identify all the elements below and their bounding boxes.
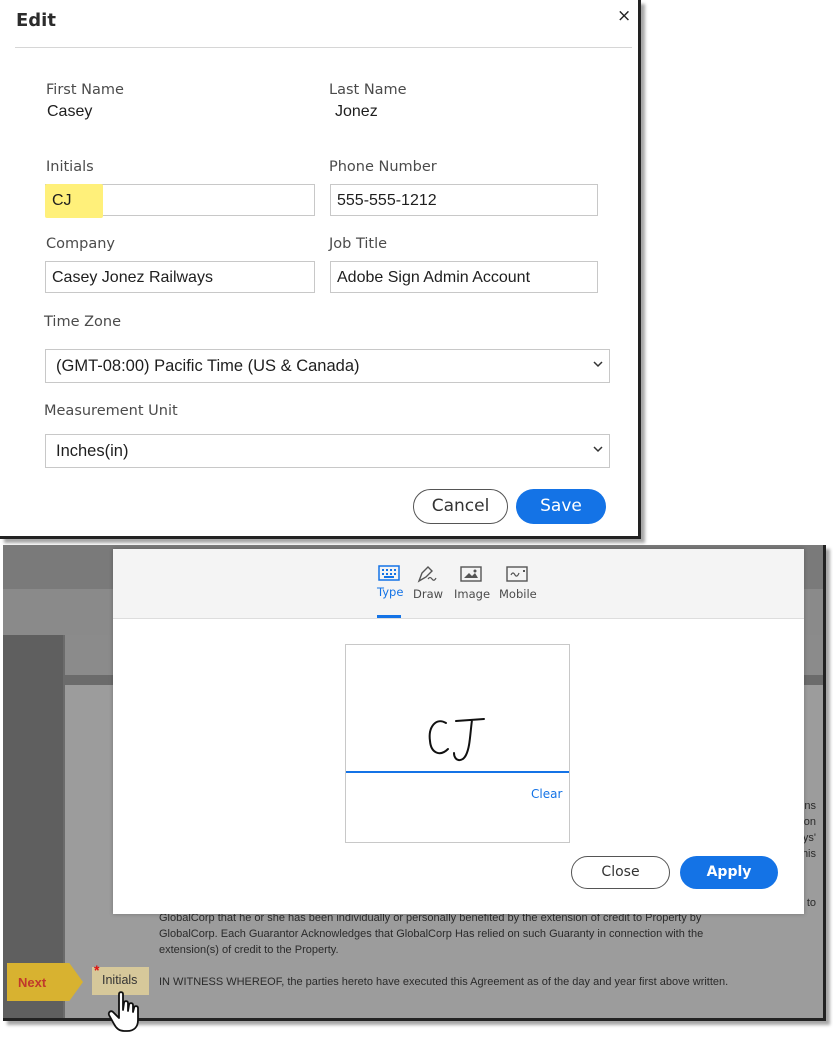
first-name-label: First Name xyxy=(46,82,124,98)
first-name-value: Casey xyxy=(47,103,93,120)
tab-image-label: Image xyxy=(454,587,491,601)
signature-canvas[interactable]: CJ Clear xyxy=(345,644,570,843)
tab-image[interactable]: Image xyxy=(454,565,491,601)
time-zone-select[interactable]: (GMT-08:00) Pacific Time (US & Canada) xyxy=(45,349,610,383)
close-button[interactable]: Close xyxy=(571,856,670,889)
signature-method-tabs: Type Draw Image Mobile xyxy=(113,549,804,619)
hand-cursor-icon xyxy=(107,991,139,1032)
last-name-value: Jonez xyxy=(335,103,378,120)
initials-label: Initials xyxy=(46,159,94,175)
tab-type-label: Type xyxy=(377,585,404,599)
time-zone-value: (GMT-08:00) Pacific Time (US & Canada) xyxy=(56,357,360,375)
svg-text:CJ: CJ xyxy=(426,713,428,714)
active-tab-indicator xyxy=(377,615,401,618)
doc-witness-line: IN WITNESS WHEREOF, the parties hereto h… xyxy=(159,976,729,988)
chevron-down-icon xyxy=(593,361,603,368)
job-title-label: Job Title xyxy=(329,236,388,252)
tab-type[interactable]: Type xyxy=(377,565,404,599)
save-button[interactable]: Save xyxy=(516,489,606,524)
company-input[interactable]: Casey Jonez Railways xyxy=(45,261,315,293)
tab-draw-label: Draw xyxy=(413,587,444,601)
mobile-icon xyxy=(506,566,528,582)
initials-input-value: CJ xyxy=(52,192,72,209)
doc-paragraph-line: extension(s) of credit to the Property. xyxy=(159,944,339,956)
job-title-input[interactable]: Adobe Sign Admin Account xyxy=(330,261,598,293)
doc-paragraph-line: GlobalCorp. Each Guarantor Acknowledges … xyxy=(159,928,704,940)
pen-icon xyxy=(417,566,437,583)
tab-draw[interactable]: Draw xyxy=(413,565,443,601)
image-icon xyxy=(460,566,482,582)
close-icon[interactable]: × xyxy=(617,6,631,26)
measurement-unit-select[interactable]: Inches(in) xyxy=(45,434,610,468)
last-name-label: Last Name xyxy=(329,82,407,98)
measurement-unit-label: Measurement Unit xyxy=(44,403,178,419)
phone-label: Phone Number xyxy=(329,159,437,175)
edit-profile-dialog: Edit × First Name Casey Last Name Jonez … xyxy=(0,0,641,539)
company-label: Company xyxy=(46,236,115,252)
signature-modal: Type Draw Image Mobile CJ Clear Close Ap… xyxy=(113,549,804,914)
tab-mobile-label: Mobile xyxy=(499,587,537,601)
keyboard-icon xyxy=(378,565,400,581)
phone-input[interactable]: 555-555-1212 xyxy=(330,184,598,216)
clear-signature-link[interactable]: Clear xyxy=(531,787,562,801)
apply-button[interactable]: Apply xyxy=(680,856,778,889)
cancel-button[interactable]: Cancel xyxy=(413,489,508,524)
next-field-button[interactable]: Next xyxy=(7,963,83,1001)
title-divider xyxy=(15,47,632,48)
required-marker: * xyxy=(94,962,100,978)
time-zone-label: Time Zone xyxy=(44,314,122,330)
dialog-title: Edit xyxy=(16,10,56,31)
tab-mobile[interactable]: Mobile xyxy=(499,565,537,601)
chevron-down-icon xyxy=(593,446,603,453)
measurement-unit-value: Inches(in) xyxy=(56,442,129,460)
signature-glyph: CJ xyxy=(426,713,485,761)
signature-baseline xyxy=(346,771,569,773)
